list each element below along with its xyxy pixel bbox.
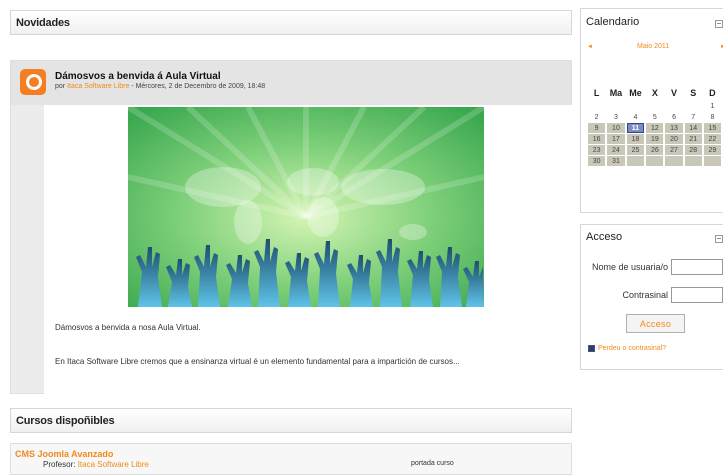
post-author-link[interactable]: Itaca Software Libre: [67, 83, 129, 90]
courses-block-header: Cursos dispoñibles: [10, 408, 572, 433]
forgot-password-link[interactable]: Perdeu o contrasinal?: [598, 345, 666, 352]
calendar-day[interactable]: 29: [703, 145, 721, 155]
calendar-day[interactable]: 5: [646, 112, 663, 122]
course-professor: Profesor: Itaca Software Libre: [43, 460, 149, 469]
calendar-day[interactable]: 6: [665, 112, 682, 122]
access-block-title: Acceso: [586, 231, 623, 243]
username-label: Nome de usuaria/o: [591, 262, 668, 272]
login-button[interactable]: Acceso: [626, 314, 685, 333]
username-input[interactable]: [671, 259, 723, 275]
calendar-day[interactable]: 4: [627, 112, 645, 122]
courses-block-title: Cursos dispoñibles: [16, 415, 115, 427]
post-paragraph-2: En Itaca Software Libre cremos que a ens…: [55, 357, 460, 366]
password-input[interactable]: [671, 287, 723, 303]
calendar-day[interactable]: 12: [646, 123, 664, 133]
calendar-day-empty: [703, 156, 721, 166]
course-summary: portada curso: [411, 460, 454, 467]
calendar-week-row: 1: [588, 101, 721, 111]
calendar-week-row: 9 10 11 12 13 14 15: [588, 123, 721, 133]
weekday-header: Me: [629, 88, 642, 98]
calendar-day: [607, 101, 625, 111]
calendar-day-empty: [646, 156, 664, 166]
calendar-day-empty: [626, 156, 645, 166]
calendar-day[interactable]: 20: [665, 134, 683, 144]
weekday-header: S: [690, 88, 697, 98]
calendar-day[interactable]: 14: [684, 123, 702, 133]
weekday-header: V: [671, 88, 678, 98]
access-collapse-icon[interactable]: −: [715, 235, 723, 243]
calendar-day[interactable]: 27: [665, 145, 683, 155]
calendar-grid: L Ma Me X V S D 1 2 3 4 5 6 7 8 9 10 11 …: [586, 85, 723, 167]
course-professor-label: Profesor:: [43, 460, 76, 469]
calendar-day[interactable]: 13: [665, 123, 683, 133]
calendar-day-empty: [684, 156, 702, 166]
calendar-day[interactable]: 1: [704, 101, 721, 111]
calendar-day[interactable]: 28: [684, 145, 702, 155]
calendar-day[interactable]: 10: [607, 123, 625, 133]
author-avatar-icon[interactable]: [20, 69, 46, 95]
weekday-header: L: [593, 88, 600, 98]
post-paragraph-1: Dámosvos a benvida a nosa Aula Virtual.: [55, 323, 201, 332]
calendar-day: [627, 101, 645, 111]
calendar-day: [588, 101, 605, 111]
post-by-prefix: por: [55, 83, 66, 90]
calendar-navigation: ◄ Maio 2011 ►: [582, 43, 723, 52]
weekday-header: D: [709, 88, 716, 98]
post-title: Dámosvos a benvida á Aula Virtual: [55, 71, 221, 82]
calendar-day[interactable]: 23: [588, 145, 606, 155]
calendar-month-link[interactable]: Maio 2011: [637, 43, 669, 50]
post-date: - Mércores, 2 de Decembro de 2009, 18:48: [131, 83, 266, 90]
welcome-banner-image: [128, 107, 484, 307]
calendar-day[interactable]: 9: [588, 123, 606, 133]
news-block-header: Novidades: [10, 10, 572, 35]
calendar-day: [665, 101, 682, 111]
calendar-day[interactable]: 19: [646, 134, 664, 144]
course-item: CMS Joomla Avanzado Profesor: Itaca Soft…: [10, 443, 572, 475]
calendar-day[interactable]: 8: [704, 112, 721, 122]
calendar-day-today[interactable]: 11: [626, 123, 645, 133]
calendar-day[interactable]: 26: [646, 145, 664, 155]
password-label: Contrasinal: [622, 290, 668, 300]
news-post: Dámosvos a benvida á Aula Virtual por It…: [10, 60, 572, 394]
calendar-day: [646, 101, 663, 111]
post-byline: por Itaca Software Libre - Mércores, 2 d…: [55, 83, 265, 90]
calendar-day[interactable]: 22: [703, 134, 721, 144]
post-body: Dámosvos a benvida a nosa Aula Virtual. …: [44, 105, 572, 394]
course-professor-link[interactable]: Itaca Software Libre: [78, 460, 149, 469]
calendar-day[interactable]: 21: [684, 134, 702, 144]
calendar-day[interactable]: 17: [607, 134, 625, 144]
calendar-day[interactable]: 24: [607, 145, 625, 155]
calendar-day[interactable]: 3: [607, 112, 625, 122]
forgot-password-icon: [588, 345, 595, 352]
calendar-day[interactable]: 2: [588, 112, 605, 122]
calendar-day[interactable]: 16: [588, 134, 606, 144]
calendar-day[interactable]: 30: [588, 156, 606, 166]
calendar-week-row: 16 17 18 19 20 21 22: [588, 134, 721, 144]
calendar-block-title: Calendario: [586, 16, 640, 28]
weekday-header: X: [651, 88, 658, 98]
calendar-prev-month-icon[interactable]: ◄: [587, 44, 593, 50]
post-header: Dámosvos a benvida á Aula Virtual por It…: [11, 61, 571, 105]
weekday-header: Ma: [609, 88, 623, 98]
calendar-collapse-icon[interactable]: −: [715, 20, 723, 28]
calendar-day-empty: [665, 156, 683, 166]
calendar-day[interactable]: 7: [685, 112, 702, 122]
calendar-week-row: 30 31: [588, 156, 721, 166]
calendar-day[interactable]: 31: [607, 156, 625, 166]
calendar-day: [685, 101, 702, 111]
calendar-day[interactable]: 18: [626, 134, 645, 144]
calendar-week-row: 23 24 25 26 27 28 29: [588, 145, 721, 155]
calendar-day[interactable]: 25: [626, 145, 645, 155]
calendar-weekday-row: L Ma Me X V S D: [588, 86, 721, 100]
calendar-day[interactable]: 15: [703, 123, 721, 133]
calendar-week-row: 2 3 4 5 6 7 8: [588, 112, 721, 122]
course-title-link[interactable]: CMS Joomla Avanzado: [15, 449, 113, 459]
news-block-title: Novidades: [16, 17, 70, 29]
